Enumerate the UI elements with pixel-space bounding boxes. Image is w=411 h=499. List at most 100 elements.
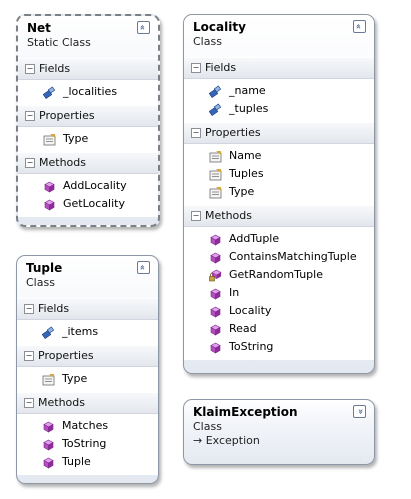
property-member[interactable]: Tuples [184, 165, 374, 183]
section-collapse-icon[interactable]: − [24, 351, 34, 361]
field-icon [42, 326, 55, 339]
methods-header[interactable]: − Methods [18, 152, 158, 174]
member-label: Matches [62, 419, 109, 432]
class-name: Locality [193, 20, 246, 34]
method-icon [44, 199, 55, 211]
property-icon [209, 187, 222, 199]
class-stereotype: Class [193, 420, 222, 433]
member-label: ContainsMatchingTuple [229, 250, 357, 263]
section-collapse-icon[interactable]: − [191, 211, 201, 221]
property-icon [209, 151, 222, 163]
collapse-icon[interactable]: » [353, 20, 366, 33]
methods-section: − Methods AddTuple ContainsMatchingTuple … [184, 205, 374, 360]
expand-icon[interactable]: » [353, 405, 366, 418]
field-member[interactable]: _tuples [184, 100, 374, 118]
fields-section: − Fields _items [17, 298, 158, 345]
class-klaim-exception[interactable]: KlaimException Class → Exception » [183, 399, 375, 465]
properties-label: Properties [39, 109, 95, 122]
member-label: Locality [229, 304, 272, 317]
method-member[interactable]: GetRandomTuple [184, 266, 374, 284]
class-header: Tuple Class » [17, 256, 158, 298]
method-member[interactable]: ContainsMatchingTuple [184, 248, 374, 266]
section-collapse-icon[interactable]: − [25, 111, 35, 121]
collapse-icon[interactable]: » [137, 261, 150, 274]
method-icon [43, 439, 54, 451]
field-icon [43, 86, 56, 99]
section-collapse-icon[interactable]: − [191, 128, 201, 138]
class-stereotype: Static Class [27, 36, 91, 49]
member-label: ToString [229, 340, 274, 353]
method-member[interactable]: Tuple [17, 453, 158, 471]
property-member[interactable]: Type [18, 130, 158, 148]
methods-section: − Methods AddLocality GetLocality [18, 152, 158, 217]
method-member[interactable]: Read [184, 320, 374, 338]
method-icon [210, 252, 221, 264]
properties-label: Properties [38, 349, 94, 362]
method-member[interactable]: AddTuple [184, 230, 374, 248]
section-collapse-icon[interactable]: − [25, 64, 35, 74]
method-icon [43, 421, 54, 433]
properties-header[interactable]: − Properties [17, 345, 158, 367]
property-icon [43, 134, 56, 146]
member-label: Type [229, 185, 255, 198]
fields-header[interactable]: − Fields [184, 57, 374, 79]
member-label: Tuple [62, 455, 91, 468]
class-locality[interactable]: Locality Class » − Fields _name _tuples −… [183, 14, 375, 374]
methods-section: − Methods Matches ToString Tuple [17, 392, 158, 475]
property-member[interactable]: Type [184, 183, 374, 201]
method-member[interactable]: ToString [17, 435, 158, 453]
section-collapse-icon[interactable]: − [24, 398, 34, 408]
method-icon [210, 342, 221, 354]
class-name: KlaimException [193, 405, 298, 419]
member-label: _localities [63, 85, 118, 98]
method-member[interactable]: Locality [184, 302, 374, 320]
member-label: GetLocality [63, 197, 125, 210]
method-member[interactable]: AddLocality [18, 177, 158, 195]
member-label: In [229, 286, 240, 299]
fields-header[interactable]: − Fields [17, 298, 158, 320]
method-member[interactable]: Matches [17, 417, 158, 435]
section-collapse-icon[interactable]: − [191, 63, 201, 73]
method-icon [210, 288, 221, 300]
properties-section: − Properties Name Tuples Type [184, 122, 374, 205]
properties-section: − Properties Type [18, 105, 158, 152]
methods-label: Methods [39, 156, 86, 169]
fields-label: Fields [38, 302, 70, 315]
collapse-icon[interactable]: » [137, 21, 150, 34]
methods-header[interactable]: − Methods [17, 392, 158, 414]
field-member[interactable]: _items [17, 323, 158, 341]
member-label: _items [62, 325, 99, 338]
member-label: AddLocality [63, 179, 127, 192]
class-net[interactable]: Net Static Class » − Fields _localities −… [16, 14, 160, 227]
member-label: Tuples [229, 167, 264, 180]
method-icon [44, 181, 55, 193]
methods-label: Methods [205, 209, 252, 222]
section-collapse-icon[interactable]: − [24, 304, 34, 314]
properties-label: Properties [205, 126, 261, 139]
member-label: GetRandomTuple [229, 268, 323, 281]
class-tuple[interactable]: Tuple Class » − Fields _items − Properties… [16, 255, 159, 484]
method-member[interactable]: GetLocality [18, 195, 158, 213]
method-member[interactable]: In [184, 284, 374, 302]
field-icon [209, 85, 222, 98]
properties-header[interactable]: − Properties [184, 122, 374, 144]
method-member[interactable]: ToString [184, 338, 374, 356]
methods-label: Methods [38, 396, 85, 409]
method-icon [210, 324, 221, 336]
fields-label: Fields [205, 61, 237, 74]
property-member[interactable]: Name [184, 147, 374, 165]
property-member[interactable]: Type [17, 370, 158, 388]
section-collapse-icon[interactable]: − [25, 158, 35, 168]
field-icon [209, 103, 222, 116]
properties-header[interactable]: − Properties [18, 105, 158, 127]
member-label: _tuples [229, 102, 269, 115]
methods-header[interactable]: − Methods [184, 205, 374, 227]
property-icon [209, 169, 222, 181]
fields-label: Fields [39, 62, 71, 75]
method-icon [43, 457, 54, 469]
method-icon [210, 234, 221, 246]
field-member[interactable]: _name [184, 82, 374, 100]
fields-header[interactable]: − Fields [18, 58, 158, 80]
field-member[interactable]: _localities [18, 83, 158, 101]
member-label: Name [229, 149, 262, 162]
